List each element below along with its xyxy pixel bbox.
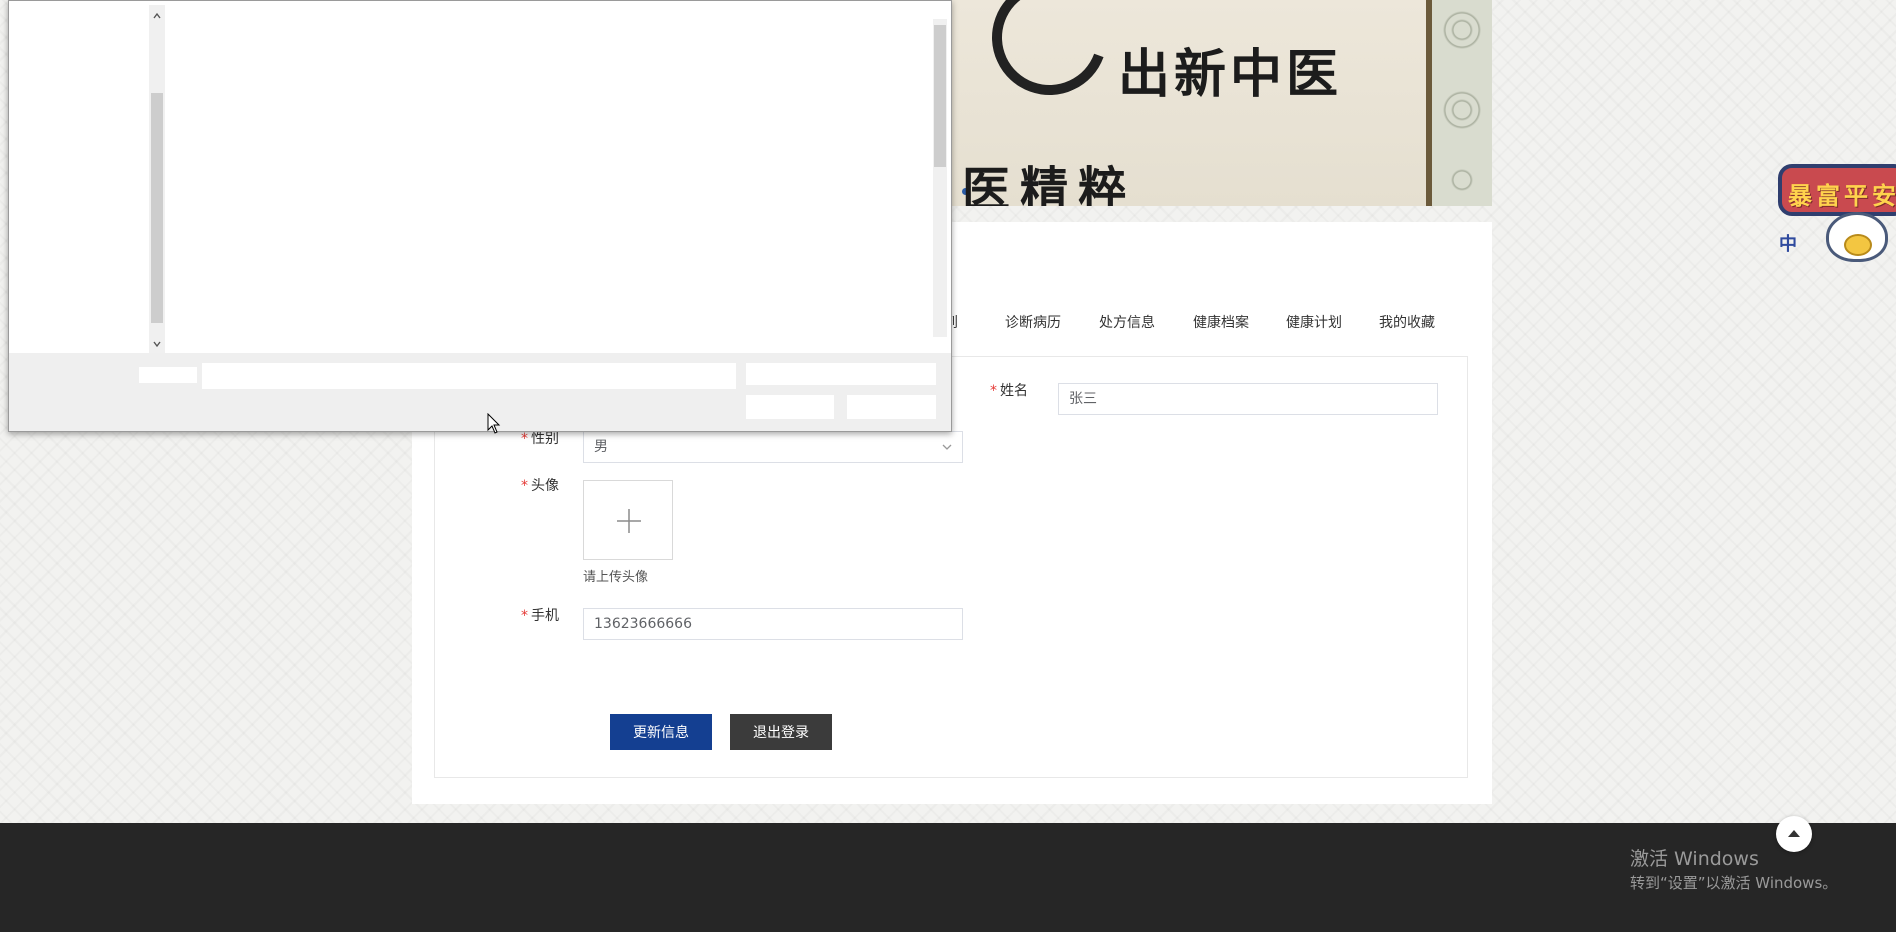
logout-button[interactable]: 退出登录 xyxy=(730,714,832,750)
overlay-bottom-bar xyxy=(9,353,951,431)
avatar-label: * 头像 xyxy=(521,478,559,494)
update-info-button[interactable]: 更新信息 xyxy=(610,714,712,750)
avatar-hint: 请上传头像 xyxy=(583,570,649,585)
left-scrollbar-thumb[interactable] xyxy=(151,93,163,323)
placeholder-block xyxy=(139,367,197,383)
name-label: * 姓名 xyxy=(990,383,1028,399)
placeholder-field[interactable] xyxy=(202,363,736,389)
chevron-up-icon[interactable] xyxy=(152,11,162,21)
badge-text: 暴富平安 xyxy=(1788,182,1896,210)
name-input[interactable]: 张三 xyxy=(1058,383,1438,415)
tab-my-favorites[interactable]: 我的收藏 xyxy=(1379,312,1435,332)
phone-label: * 手机 xyxy=(521,608,559,624)
placeholder-button[interactable] xyxy=(847,395,936,419)
coin-icon xyxy=(1844,234,1872,256)
phone-input[interactable]: 13623666666 xyxy=(583,608,963,640)
required-mark: * xyxy=(521,478,528,494)
activation-watermark-subtitle: 转到“设置”以激活 Windows。 xyxy=(1630,874,1838,892)
banner-title-line2: 医精粹 xyxy=(962,162,1137,206)
floating-badge[interactable]: 暴富平安 中 xyxy=(1776,156,1896,266)
required-mark: * xyxy=(521,431,528,447)
tab-prescription-info[interactable]: 处方信息 xyxy=(1099,312,1155,332)
tab-health-archive[interactable]: 健康档案 xyxy=(1193,312,1249,332)
gender-select-value: 男 xyxy=(594,439,608,455)
right-scrollbar[interactable] xyxy=(933,19,947,337)
banner-title-line1: 出新中医 xyxy=(1118,44,1343,105)
avatar-upload[interactable] xyxy=(583,480,673,560)
badge-small-text: 中 xyxy=(1779,234,1797,255)
cloud-pattern-decoration xyxy=(1426,0,1492,206)
arrow-up-icon xyxy=(1788,830,1800,837)
tab-diagnosis-records[interactable]: 诊断病历 xyxy=(1005,312,1061,332)
placeholder-button[interactable] xyxy=(746,395,834,419)
required-mark: * xyxy=(990,383,997,399)
tab-health-plan[interactable]: 健康计划 xyxy=(1286,312,1342,332)
plus-icon xyxy=(617,509,641,533)
back-to-top-button[interactable] xyxy=(1776,816,1812,852)
left-scrollbar[interactable] xyxy=(149,5,165,353)
chevron-down-icon[interactable] xyxy=(152,339,162,349)
activation-watermark-title: 激活 Windows xyxy=(1630,848,1759,870)
mouse-cursor-icon xyxy=(487,413,501,434)
footer xyxy=(0,823,1896,932)
placeholder-block xyxy=(746,363,936,385)
gender-select[interactable]: 男 xyxy=(583,431,963,463)
required-mark: * xyxy=(521,608,528,624)
right-scrollbar-thumb[interactable] xyxy=(934,25,946,167)
chevron-down-icon xyxy=(942,444,952,450)
overlay-window xyxy=(8,0,952,432)
brush-circle-decoration xyxy=(973,0,1126,114)
